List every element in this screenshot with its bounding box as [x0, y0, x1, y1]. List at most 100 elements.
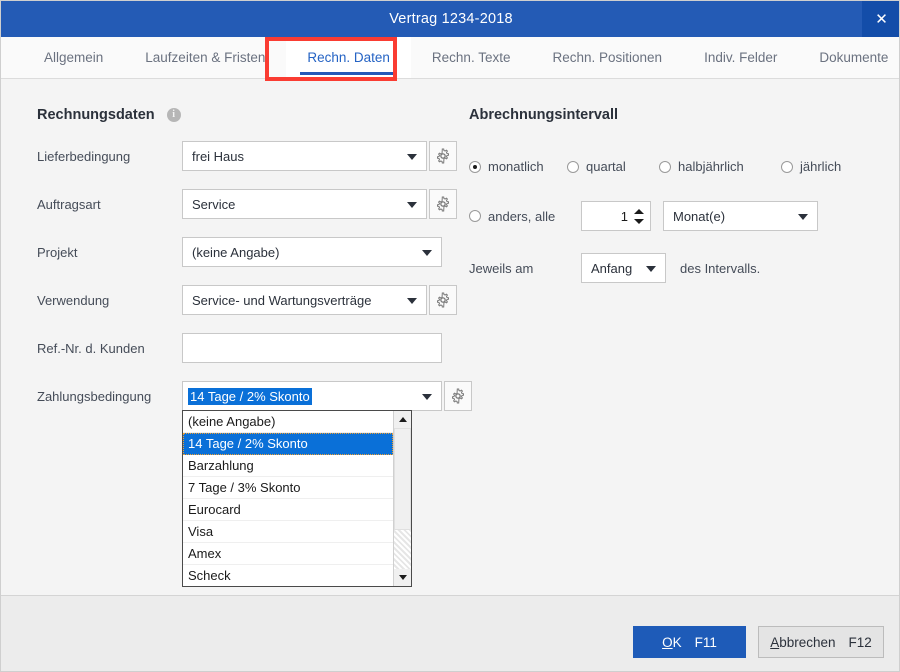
list-item[interactable]: (keine Angabe) — [183, 411, 393, 433]
window-title: Vertrag 1234-2018 — [389, 11, 513, 27]
list-item-selected[interactable]: 14 Tage / 2% Skonto — [183, 433, 393, 455]
gear-icon-verwendung[interactable] — [429, 285, 457, 315]
close-icon[interactable]: ✕ — [862, 1, 900, 37]
zahlungsbedingung-dropdown-list: (keine Angabe) 14 Tage / 2% Skonto Barza… — [182, 410, 412, 587]
abrechnungsintervall-heading: Abrechnungsintervall — [469, 107, 889, 123]
row-auftragsart: Auftragsart Service — [37, 189, 457, 219]
ok-button[interactable]: OK F11 — [633, 626, 746, 658]
tab-rechn-daten[interactable]: Rechn. Daten — [286, 37, 411, 78]
select-verwendung-value: Service- und Wartungsverträge — [192, 293, 371, 308]
dialog-footer: OK F11 Abbrechen F12 — [1, 595, 900, 672]
chevron-down-icon — [422, 250, 432, 256]
ok-shortcut: F11 — [695, 635, 717, 650]
gear-icon-lieferbedingung[interactable] — [429, 141, 457, 171]
chevron-down-icon — [407, 154, 417, 160]
radio-indicator — [781, 161, 793, 173]
list-item[interactable]: 7 Tage / 3% Skonto — [183, 477, 393, 499]
select-auftragsart[interactable]: Service — [182, 189, 427, 219]
page-title: Rechnungsdaten — [37, 107, 155, 123]
cancel-button[interactable]: Abbrechen F12 — [758, 626, 884, 658]
interval-radio-group: monatlich quartal halbjährlich jährlich — [469, 159, 889, 174]
dropdown-options: (keine Angabe) 14 Tage / 2% Skonto Barza… — [183, 411, 393, 586]
radio-jaehrlich[interactable]: jährlich — [781, 159, 841, 174]
row-ref-nr-kunden: Ref.-Nr. d. Kunden — [37, 333, 457, 363]
tab-dokumente[interactable]: Dokumente — [798, 37, 900, 78]
list-item[interactable]: Barzahlung — [183, 455, 393, 477]
radio-indicator — [469, 210, 481, 222]
radio-jaehrlich-label: jährlich — [800, 159, 841, 174]
select-auftragsart-value: Service — [192, 197, 235, 212]
row-projekt: Projekt (keine Angabe) — [37, 237, 457, 267]
list-item[interactable]: Visa — [183, 521, 393, 543]
interval-count-stepper[interactable]: 1 — [581, 201, 651, 231]
label-jeweils-am: Jeweils am — [469, 261, 581, 276]
stepper-up-icon[interactable] — [634, 209, 644, 214]
scroll-up-icon[interactable] — [394, 411, 411, 428]
cancel-shortcut: F12 — [849, 635, 872, 650]
select-lieferbedingung-value: frei Haus — [192, 149, 244, 164]
title-bar: Vertrag 1234-2018 ✕ — [1, 1, 900, 37]
list-item[interactable]: Scheck — [183, 565, 393, 586]
stepper-down-icon[interactable] — [634, 219, 644, 224]
select-verwendung[interactable]: Service- und Wartungsverträge — [182, 285, 427, 315]
occurrence-row: Jeweils am Anfang des Intervalls. — [469, 253, 889, 283]
tab-indiv-felder[interactable]: Indiv. Felder — [683, 37, 798, 78]
gear-icon-auftragsart[interactable] — [429, 189, 457, 219]
radio-monatlich[interactable]: monatlich — [469, 159, 567, 174]
radio-anders-alle[interactable]: anders, alle — [469, 209, 581, 224]
select-projekt[interactable]: (keine Angabe) — [182, 237, 442, 267]
radio-anders-alle-label: anders, alle — [488, 209, 555, 224]
list-item[interactable]: Amex — [183, 543, 393, 565]
zahlungsbedingung-value: 14 Tage / 2% Skonto — [188, 388, 312, 405]
scrollbar-track[interactable] — [394, 428, 411, 569]
info-icon[interactable]: i — [167, 108, 181, 122]
interval-count-value: 1 — [621, 209, 628, 224]
scrollbar-thumb[interactable] — [394, 428, 411, 530]
label-lieferbedingung: Lieferbedingung — [37, 149, 182, 164]
select-lieferbedingung[interactable]: frei Haus — [182, 141, 427, 171]
radio-indicator — [659, 161, 671, 173]
cancel-accel-char: A — [770, 635, 779, 650]
rechnungsdaten-heading-row: Rechnungsdaten i — [37, 107, 457, 123]
cancel-rest-char: bbrechen — [779, 635, 835, 650]
chevron-down-icon — [798, 214, 808, 220]
custom-interval-row: anders, alle 1 Monat(e) — [469, 201, 889, 231]
radio-quartal[interactable]: quartal — [567, 159, 659, 174]
ref-nr-input[interactable] — [182, 333, 442, 363]
chevron-down-icon[interactable] — [422, 394, 432, 400]
row-verwendung: Verwendung Service- und Wartungsverträge — [37, 285, 457, 315]
radio-indicator — [469, 161, 481, 173]
tab-rechn-positionen[interactable]: Rechn. Positionen — [531, 37, 683, 78]
rechnungsdaten-panel: Rechnungsdaten i Lieferbedingung frei Hau… — [37, 107, 457, 411]
select-occurrence-position[interactable]: Anfang — [581, 253, 666, 283]
select-interval-unit[interactable]: Monat(e) — [663, 201, 818, 231]
tab-bar: Allgemein Laufzeiten & Fristen Rechn. Da… — [1, 37, 900, 79]
label-des-intervalls: des Intervalls. — [680, 261, 760, 276]
scroll-down-icon[interactable] — [394, 569, 411, 586]
radio-halbjaehrlich[interactable]: halbjährlich — [659, 159, 781, 174]
radio-quartal-label: quartal — [586, 159, 626, 174]
radio-indicator — [567, 161, 579, 173]
chevron-down-icon — [407, 202, 417, 208]
row-zahlungsbedingung: Zahlungsbedingung 14 Tage / 2% Skonto (k… — [37, 381, 457, 411]
zahlungsbedingung-input[interactable]: 14 Tage / 2% Skonto — [182, 381, 442, 411]
radio-monatlich-label: monatlich — [488, 159, 544, 174]
select-interval-unit-value: Monat(e) — [673, 209, 725, 224]
list-item[interactable]: Eurocard — [183, 499, 393, 521]
select-occurrence-position-value: Anfang — [591, 261, 632, 276]
dialog-window: Vertrag 1234-2018 ✕ Allgemein Laufzeiten… — [0, 0, 900, 672]
select-projekt-value: (keine Angabe) — [192, 245, 279, 260]
stepper-buttons — [634, 202, 644, 230]
ok-button-label: OK — [662, 635, 682, 650]
dropdown-scrollbar[interactable] — [393, 411, 411, 586]
ok-accel-char: O — [662, 635, 673, 650]
label-ref-nr-kunden: Ref.-Nr. d. Kunden — [37, 341, 182, 356]
row-lieferbedingung: Lieferbedingung frei Haus — [37, 141, 457, 171]
tab-rechn-texte[interactable]: Rechn. Texte — [411, 37, 532, 78]
tab-laufzeiten-fristen[interactable]: Laufzeiten & Fristen — [124, 37, 286, 78]
label-verwendung: Verwendung — [37, 293, 182, 308]
label-auftragsart: Auftragsart — [37, 197, 182, 212]
zahlungsbedingung-combobox: 14 Tage / 2% Skonto (keine Angabe) 14 Ta… — [182, 381, 442, 411]
gear-icon-zahlungsbedingung[interactable] — [444, 381, 472, 411]
tab-allgemein[interactable]: Allgemein — [23, 37, 124, 78]
